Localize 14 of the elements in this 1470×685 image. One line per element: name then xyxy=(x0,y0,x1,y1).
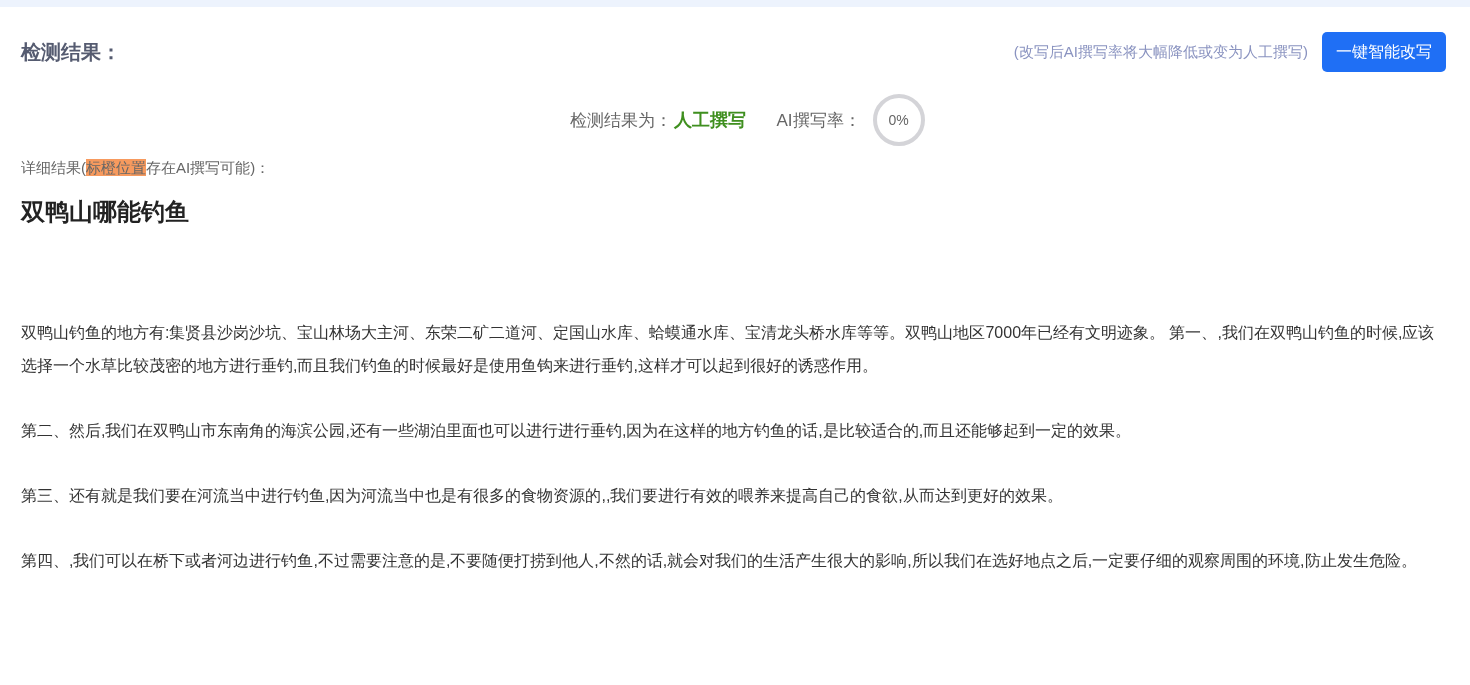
rate-gauge xyxy=(870,92,927,148)
rewrite-button[interactable]: 一键智能改写 xyxy=(1322,32,1446,72)
article-paragraph: 双鸭山钓鱼的地方有:集贤县沙岗沙坑、宝山林场大主河、东荣二矿二道河、定国山水库、蛤蟆通水库、宝清龙头桥水库等等。双鸭山地区7000年已经有文明迹象。 第一、,我们在双鸭山钓鱼的时候,应该选择一个水草比较茂密的地方进行垂钓,而且我们钓鱼的时候最好是使用鱼钩来进行垂钓,这样才可以起到很好的诱惑作用。 xyxy=(21,323,1436,376)
article-paragraph: 第三、还有就是我们要在河流当中进行钓鱼,因为河流当中也是有很多的食物资源的,,我们要进行有效的喂养来提高自己的食欲,从而达到更好的效果。 xyxy=(21,486,1064,506)
detail-note: 详细结果(标橙位置存在AI撰写可能)： xyxy=(21,159,271,176)
rate-value: 0% xyxy=(888,112,909,128)
verdict-text: 人工撰写 xyxy=(674,109,747,132)
result-label: 检测结果为： xyxy=(570,109,673,132)
rate-label: AI撰写率： xyxy=(776,109,861,132)
article-title: 双鸭山哪能钓鱼 xyxy=(21,197,190,227)
article-paragraph: 第四、,我们可以在桥下或者河边进行钓鱼,不过需要注意的是,不要随便打捞到他人,不然的话,就会对我们的生活产生很大的影响,所以我们在选好地点之后,一定要仔细的观察周围的环境,防止发生危险。 xyxy=(21,551,1418,571)
article-paragraph: 第二、然后,我们在双鸭山市东南角的海滨公园,还有一些湖泊里面也可以进行进行垂钓,因为在这样的地方钓鱼的话,是比较适合的,而且还能够起到一定的效果。 xyxy=(21,421,1133,441)
rewrite-hint: (改写后AI撰写率将大幅降低或变为人工撰写) xyxy=(1013,42,1308,62)
section-title: 检测结果： xyxy=(21,39,121,65)
